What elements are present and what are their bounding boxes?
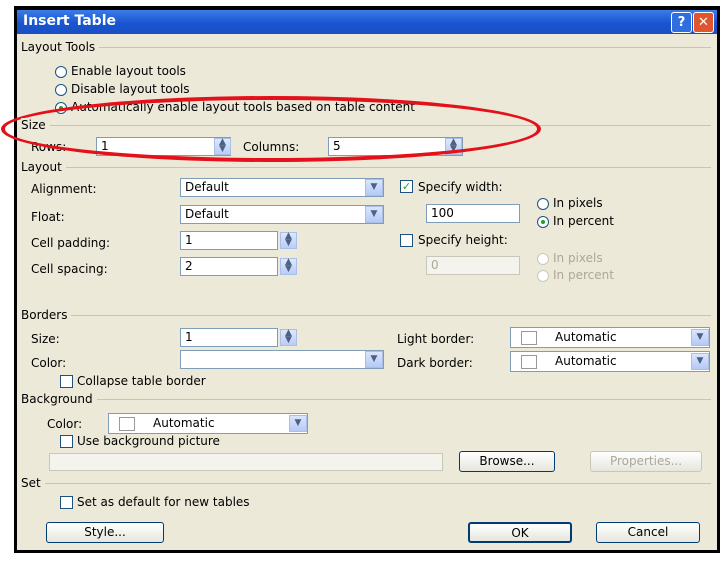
dark-border-label: Dark border: <box>397 356 473 370</box>
border-size-spinner[interactable]: ▲ ▼ <box>280 329 297 346</box>
use-bg-picture-checkbox[interactable] <box>60 435 73 448</box>
ok-button[interactable]: OK <box>468 522 572 543</box>
properties-button[interactable]: Properties... <box>590 451 702 472</box>
height-input[interactable]: 0 <box>426 256 520 275</box>
rows-label: Rows: <box>31 140 67 154</box>
auto-layout-label: Automatically enable layout tools based … <box>71 100 415 114</box>
columns-spinner[interactable]: ▲ ▼ <box>445 138 462 155</box>
height-percent-radio[interactable] <box>537 270 549 282</box>
cell-padding-spinner[interactable]: ▲ ▼ <box>280 232 297 249</box>
dialog-title: Insert Table <box>23 13 116 29</box>
cell-spacing-input[interactable]: 2 <box>180 257 278 276</box>
chevron-down-icon: ▼ <box>294 418 302 428</box>
disable-layout-radio[interactable] <box>55 84 67 96</box>
height-pixels-label: In pixels <box>553 251 603 265</box>
borders-group: Borders <box>21 308 711 322</box>
bg-color-swatch <box>119 417 135 431</box>
cancel-button[interactable]: Cancel <box>596 522 700 543</box>
specify-width-checkbox[interactable]: ✓ <box>400 180 413 193</box>
set-group: Set <box>21 476 711 490</box>
specify-height-checkbox[interactable] <box>400 234 413 247</box>
browse-button[interactable]: Browse... <box>459 451 555 472</box>
background-group: Background <box>21 392 711 406</box>
spin-arrows-icon: ▲ ▼ <box>219 137 226 154</box>
width-percent-radio[interactable] <box>537 216 549 228</box>
bg-color-label: Color: <box>47 417 83 431</box>
auto-layout-radio[interactable] <box>55 102 67 114</box>
columns-input[interactable]: 5 <box>328 137 463 156</box>
chevron-down-icon: ▼ <box>370 209 378 219</box>
alignment-dropdown[interactable]: ▼ <box>365 179 383 196</box>
float-select[interactable]: Default <box>180 205 384 224</box>
border-color-dropdown[interactable]: ▼ <box>365 351 383 368</box>
disable-layout-label: Disable layout tools <box>71 82 190 96</box>
border-color-select[interactable] <box>180 350 384 369</box>
bg-picture-path[interactable] <box>49 453 443 471</box>
insert-table-dialog: Insert Table ? ✕ Layout Tools Enable lay… <box>1 10 717 550</box>
spin-arrows-icon: ▲ ▼ <box>450 137 457 154</box>
size-group: Size <box>21 118 711 132</box>
layout-group: Layout <box>21 160 711 174</box>
specify-height-label: Specify height: <box>418 233 508 247</box>
collapse-border-checkbox[interactable] <box>60 375 73 388</box>
light-border-label: Light border: <box>397 332 475 346</box>
cell-spacing-spinner[interactable]: ▲ ▼ <box>280 258 297 275</box>
cell-spacing-label: Cell spacing: <box>31 262 108 276</box>
light-border-swatch <box>521 331 537 345</box>
style-button[interactable]: Style... <box>46 522 164 543</box>
dark-border-dropdown[interactable]: ▼ <box>691 353 709 370</box>
close-button[interactable]: ✕ <box>693 12 714 33</box>
set-default-label: Set as default for new tables <box>77 495 250 509</box>
border-color-label: Color: <box>31 356 67 370</box>
chevron-down-icon: ▼ <box>370 182 378 192</box>
height-pixels-radio[interactable] <box>537 253 549 265</box>
collapse-border-label: Collapse table border <box>77 374 206 388</box>
width-pixels-radio[interactable] <box>537 198 549 210</box>
use-bg-picture-label: Use background picture <box>77 434 220 448</box>
cell-padding-label: Cell padding: <box>31 236 111 250</box>
width-percent-label: In percent <box>553 214 614 228</box>
enable-layout-label: Enable layout tools <box>71 64 186 78</box>
light-border-select[interactable]: Automatic <box>510 327 710 348</box>
float-dropdown[interactable]: ▼ <box>365 206 383 223</box>
dark-border-swatch <box>521 355 537 369</box>
layout-tools-group: Layout Tools <box>21 40 711 54</box>
alignment-select[interactable]: Default <box>180 178 384 197</box>
set-default-checkbox[interactable] <box>60 496 73 509</box>
question-mark-icon: ? <box>677 15 686 30</box>
alignment-label: Alignment: <box>31 182 97 196</box>
border-size-input[interactable]: 1 <box>180 328 278 347</box>
chevron-down-icon: ▼ <box>696 332 704 342</box>
bg-color-dropdown[interactable]: ▼ <box>289 415 307 432</box>
bg-color-select[interactable]: Automatic <box>108 413 308 434</box>
light-border-dropdown[interactable]: ▼ <box>691 329 709 346</box>
height-percent-label: In percent <box>553 268 614 282</box>
rows-input[interactable]: 1 <box>96 137 231 156</box>
dark-border-select[interactable]: Automatic <box>510 351 710 372</box>
width-pixels-label: In pixels <box>553 196 603 210</box>
border-size-label: Size: <box>31 332 60 346</box>
chevron-down-icon: ▼ <box>696 356 704 366</box>
cell-padding-input[interactable]: 1 <box>180 231 278 250</box>
enable-layout-radio[interactable] <box>55 66 67 78</box>
close-x-icon: ✕ <box>698 15 709 30</box>
spin-arrows-icon: ▲ ▼ <box>285 231 292 248</box>
columns-label: Columns: <box>243 140 300 154</box>
rows-spinner[interactable]: ▲ ▼ <box>214 138 231 155</box>
float-label: Float: <box>31 210 65 224</box>
help-button[interactable]: ? <box>671 12 692 33</box>
chevron-down-icon: ▼ <box>370 354 378 364</box>
spin-arrows-icon: ▲ ▼ <box>285 257 292 274</box>
width-input[interactable]: 100 <box>426 204 520 223</box>
spin-arrows-icon: ▲ ▼ <box>285 328 292 345</box>
title-bar: Insert Table ? ✕ <box>17 10 717 34</box>
specify-width-label: Specify width: <box>418 180 503 194</box>
